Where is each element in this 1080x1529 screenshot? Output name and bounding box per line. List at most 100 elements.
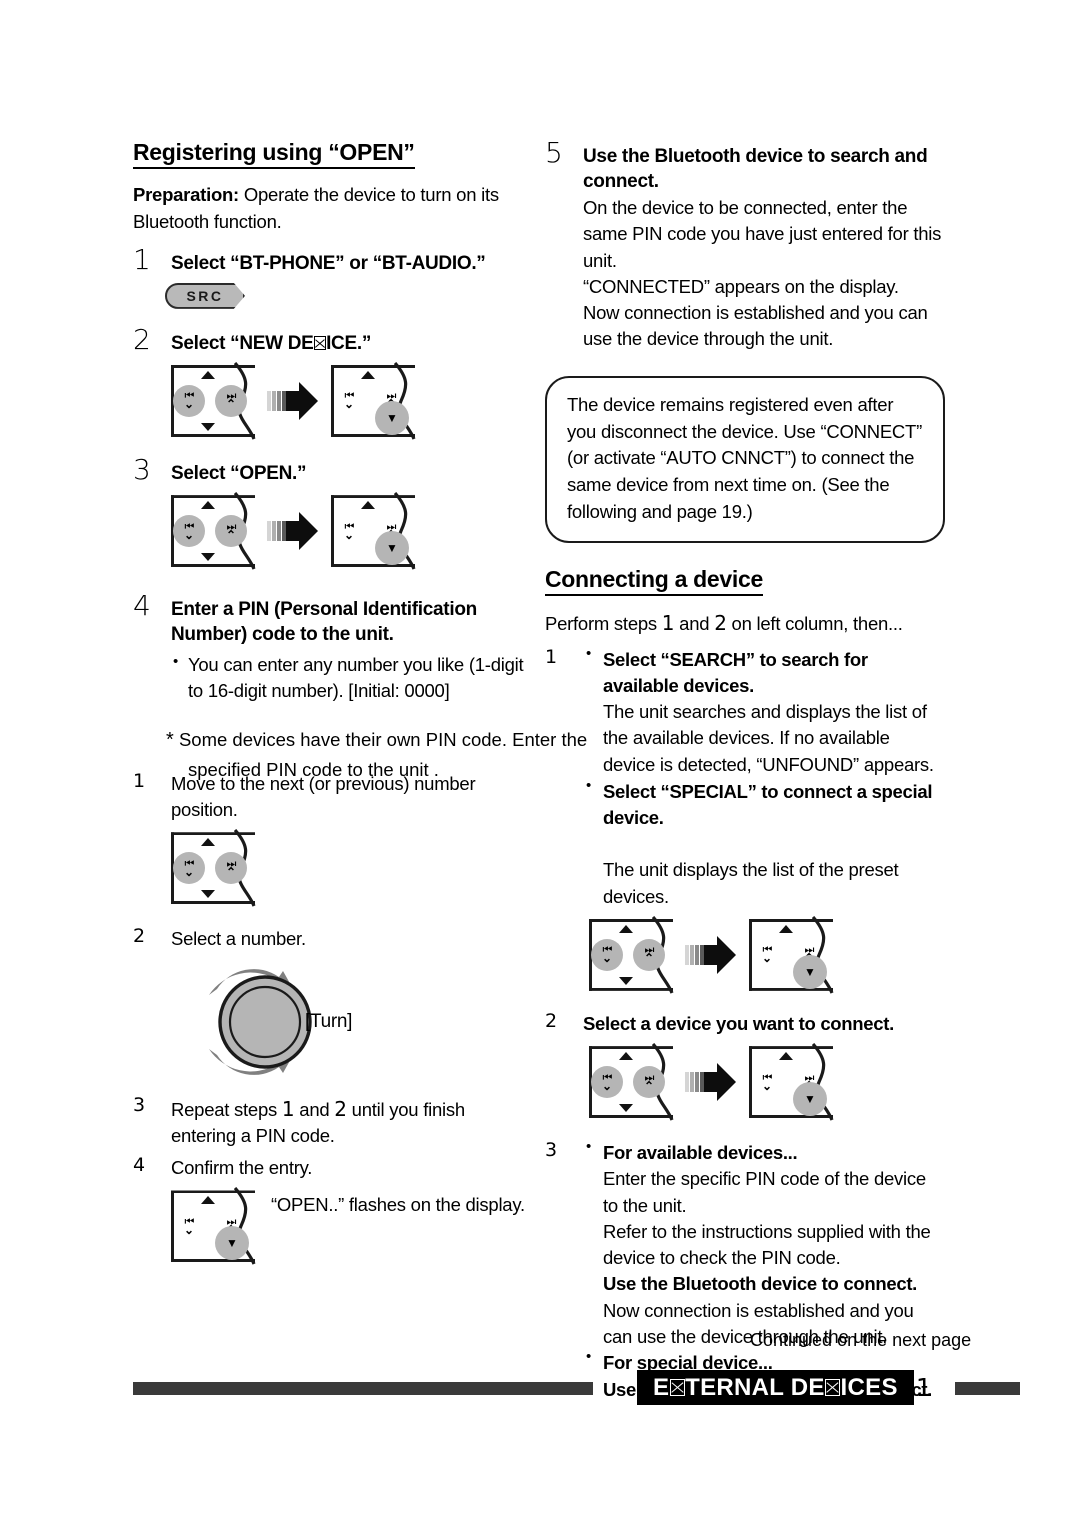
step-4: 4 Enter a PIN (Personal Identification N… <box>133 592 533 705</box>
skip-back-button[interactable]: ⏮ ⌄ <box>591 938 623 971</box>
chevron-down-icon: ⌄ <box>343 397 355 412</box>
step-1-number: 1 <box>133 242 151 276</box>
step-2: 2 Select “NEW DE ICE.” <box>133 325 533 356</box>
step-3: 3 Select “OPEN.” <box>133 455 533 486</box>
connect-step-3: 3 For available devices... Enter the spe… <box>545 1138 945 1403</box>
skip-back-button[interactable]: ⏮ ⌄ <box>333 385 365 417</box>
sub3-step-b: 2 <box>334 1096 347 1121</box>
enter-knob-button[interactable]: ▼ <box>793 1082 827 1117</box>
note-box: The device remains registered even after… <box>545 375 945 543</box>
step-2-title-pre: Select “NEW DE <box>171 332 314 354</box>
up-arrow-icon <box>201 370 215 379</box>
step-4-number: 4 <box>133 589 151 623</box>
control-panel-pictogram-result: ⏮ ⌄ ⏭ ⌃ ▼ <box>331 361 416 440</box>
step-5: 5 Use the Bluetooth device to search and… <box>545 139 945 353</box>
bullet-2-title: Select “SPECIAL” to connect a special de… <box>603 780 933 829</box>
step-4-sub-4-pictogram-row: ⏮ ⌄ ⏭ ⌃ ▼ “OPEN..” flashes on the displa… <box>171 1187 533 1266</box>
control-panel-pictogram: ⏮ ⌄ ⏭ ⌃ <box>171 361 256 440</box>
step-1: 1 Select “BT-PHONE” or “BT-AUDIO.” <box>133 245 533 276</box>
page-number: 11 <box>900 1373 932 1402</box>
intro-text-b: and <box>674 613 715 635</box>
footer-tag-suffix: ICES <box>840 1374 898 1401</box>
manual-page: Registering using “OPEN” Preparation: Op… <box>0 0 1080 1529</box>
enter-knob-button[interactable]: ▼ <box>793 954 827 989</box>
src-button[interactable]: SRC <box>165 282 245 309</box>
control-panel-pictogram: ⏮ ⌄ ⏭ ⌃ <box>589 1043 674 1121</box>
step-2-title: Select “NEW DE ICE.” <box>171 331 533 356</box>
control-panel-pictogram-result: ⏮ ⌄ ⏭ ⌃ ▼ <box>749 1043 834 1121</box>
skip-back-button[interactable]: ⏮ ⌄ <box>751 1066 783 1098</box>
connect-step-1-pictogram-row: ⏮ ⌄ ⏭ ⌃ ⏮ ⌄ ⏭ ▼ <box>589 915 945 994</box>
chevron-down-icon: ⌄ <box>183 864 195 879</box>
up-arrow-icon <box>201 838 215 847</box>
up-arrow-icon <box>619 924 633 933</box>
chevron-up-icon: ⌃ <box>643 1078 655 1093</box>
control-panel-pictogram-result: ⏮ ⌄ ⏭ ⌃ ▼ <box>331 492 416 570</box>
connect-step-1-number: 1 <box>545 645 558 668</box>
preparation-label: Preparation: <box>133 184 239 206</box>
chevron-down-icon: ⌄ <box>183 1222 195 1237</box>
chevron-down-icon: ⌄ <box>761 1078 773 1093</box>
step-4-title: Enter a PIN (Personal Identification Num… <box>171 599 477 646</box>
chevron-up-icon: ⌃ <box>225 527 237 542</box>
skip-forward-button[interactable]: ⏭ ⌃ <box>215 515 247 548</box>
asterisk-note-line-1: * Some devices have their own PIN code. … <box>166 729 588 751</box>
step-4-sub-3: 3 Repeat steps 1 and 2 until you finish … <box>133 1095 533 1150</box>
step-4-sub-1-pictogram-row: ⏮ ⌄ ⏭ ⌃ <box>171 829 533 907</box>
page-footer: E TERNAL DE ICES 11 <box>0 1370 1080 1408</box>
bullet-1-title: Select “SEARCH” to search for available … <box>603 648 868 696</box>
footer-tag-mid: TERNAL DE <box>685 1374 825 1401</box>
footer-rule-left <box>133 1382 593 1395</box>
intro-step-2: 2 <box>714 611 727 636</box>
enter-knob-button[interactable]: ▼ <box>375 400 409 435</box>
step-4-sub-4-number: 4 <box>133 1154 146 1177</box>
down-arrow-icon <box>201 890 215 899</box>
step-4-sub-4-text: Confirm the entry. <box>171 1157 313 1179</box>
step-5-number: 5 <box>545 136 563 169</box>
connect-step-1-bullet-2: Select “SPECIAL” to connect a special de… <box>583 777 945 910</box>
connecting-intro: Perform steps 1 and 2 on left column, th… <box>545 609 945 637</box>
chevron-down-icon: ⌄ <box>761 951 773 966</box>
down-arrow-icon <box>619 976 633 985</box>
chevron-down-icon: ⌄ <box>601 951 613 966</box>
left-column: Registering using “OPEN” Preparation: Op… <box>133 139 533 1266</box>
enter-knob-button[interactable]: ▼ <box>375 531 409 566</box>
control-panel-pictogram: ⏮ ⌄ ⏭ ⌃ <box>171 492 256 570</box>
skip-back-button[interactable]: ⏮ ⌄ <box>173 384 205 417</box>
chevron-up-icon: ⌃ <box>225 397 237 412</box>
skip-forward-button[interactable]: ⏭ ⌃ <box>215 384 247 417</box>
step-4-bullets: You can enter any number you like (1-dig… <box>171 651 533 705</box>
asterisk-note-line-1-text: Some devices have their own PIN code. En… <box>178 729 588 750</box>
chevron-down-icon: ⌄ <box>601 1078 613 1093</box>
step-2-pictogram-row: ⏮ ⌄ ⏭ ⌃ ⏮ ⌄ ⏭ ▼ <box>171 361 533 440</box>
rotary-knob-icon[interactable]: [Turn] <box>193 963 352 1081</box>
step-4-sub-4: 4 Confirm the entry. <box>133 1155 533 1181</box>
skip-forward-button[interactable]: ⏭ ⌃ <box>633 1066 665 1099</box>
striped-right-arrow-icon <box>683 932 739 978</box>
step-1-title: Select “BT-PHONE” or “BT-AUDIO.” <box>171 252 486 274</box>
continued-note: Continued on the next page <box>750 1330 972 1350</box>
chevron-down-icon: ⌄ <box>183 397 195 412</box>
sub3-step-a: 1 <box>281 1096 295 1121</box>
skip-back-button[interactable]: ⏮ ⌄ <box>173 515 205 548</box>
striped-right-arrow-icon <box>265 378 321 424</box>
connect-step-2: 2 Select a device you want to connect. <box>545 1011 945 1037</box>
intro-text-a: Perform steps <box>545 613 662 635</box>
intro-text-c: on left column, then... <box>726 613 903 635</box>
bullet-1-body: Enter the specific PIN code of the devic… <box>603 1168 931 1269</box>
skip-back-button[interactable]: ⏮ ⌄ <box>591 1066 623 1099</box>
step-2-number: 2 <box>133 322 151 356</box>
step-3-number: 3 <box>133 452 151 486</box>
step-4-sub-1-number: 1 <box>133 769 146 792</box>
down-arrow-icon: ▼ <box>804 1092 816 1107</box>
step-5-body: On the device to be connected, enter the… <box>583 197 942 350</box>
skip-back-button[interactable]: ⏮ ⌄ <box>333 515 365 547</box>
step-4-sub-3-number: 3 <box>133 1093 146 1116</box>
skip-back-button[interactable]: ⏮ ⌄ <box>751 939 783 971</box>
missing-glyph-box-icon <box>669 1378 685 1396</box>
step-3-pictogram-row: ⏮ ⌄ ⏭ ⌃ ⏮ ⌄ ⏭ ▼ <box>171 492 533 570</box>
down-arrow-icon <box>201 422 215 431</box>
chevron-down-icon: ⌄ <box>183 527 195 542</box>
skip-forward-button[interactable]: ⏭ ⌃ <box>633 938 665 971</box>
step-5-title: Use the Bluetooth device to search and c… <box>583 146 928 193</box>
